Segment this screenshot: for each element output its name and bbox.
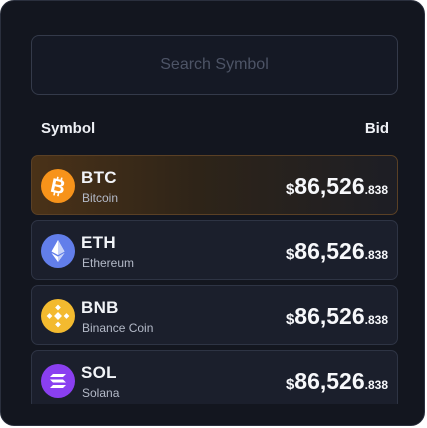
bitcoin-icon: B xyxy=(41,169,75,203)
symbol-row-eth[interactable]: ETH Ethereum $86,526.838 xyxy=(31,220,398,280)
price-decimal: .838 xyxy=(364,248,388,262)
price-decimal: .838 xyxy=(364,313,388,327)
bid-price: $86,526.838 xyxy=(286,238,388,265)
symbol-row-btc[interactable]: B BTC Bitcoin $86,526.838 xyxy=(31,155,398,215)
binance-icon xyxy=(41,299,75,333)
bid-column-header: Bid xyxy=(364,120,389,137)
symbol-list[interactable]: B BTC Bitcoin $86,526.838 ETH Ethereum $… xyxy=(31,155,399,404)
solana-icon xyxy=(41,364,75,398)
symbol-label: ETH xyxy=(81,233,116,252)
bid-price: $86,526.838 xyxy=(286,173,388,200)
symbol-label: SOL xyxy=(81,363,117,382)
symbol-row-bnb[interactable]: BNB Binance Coin $86,526.838 xyxy=(31,285,398,345)
symbol-row-sol[interactable]: SOL Solana $86,526.838 xyxy=(31,350,398,404)
price-integer: 86,526 xyxy=(294,238,365,264)
price-integer: 86,526 xyxy=(294,303,365,329)
price-panel: Search Symbol Symbol Bid B BTC Bitcoin $… xyxy=(0,0,425,426)
price-integer: 86,526 xyxy=(294,173,365,199)
coin-name: Ethereum xyxy=(82,256,135,270)
symbol-label: BNB xyxy=(81,298,119,317)
symbol-label: BTC xyxy=(81,168,117,187)
bid-price: $86,526.838 xyxy=(286,368,388,395)
ethereum-icon xyxy=(41,234,75,268)
coin-name: Binance Coin xyxy=(82,321,154,335)
price-decimal: .838 xyxy=(364,378,388,392)
price-decimal: .838 xyxy=(364,183,388,197)
coin-name: Bitcoin xyxy=(82,191,119,205)
coin-name: Solana xyxy=(82,386,120,400)
search-input[interactable]: Search Symbol xyxy=(31,35,398,95)
bid-price: $86,526.838 xyxy=(286,303,388,330)
table-header: Symbol Bid xyxy=(41,120,389,137)
price-integer: 86,526 xyxy=(294,368,365,394)
symbol-column-header: Symbol xyxy=(41,120,96,137)
